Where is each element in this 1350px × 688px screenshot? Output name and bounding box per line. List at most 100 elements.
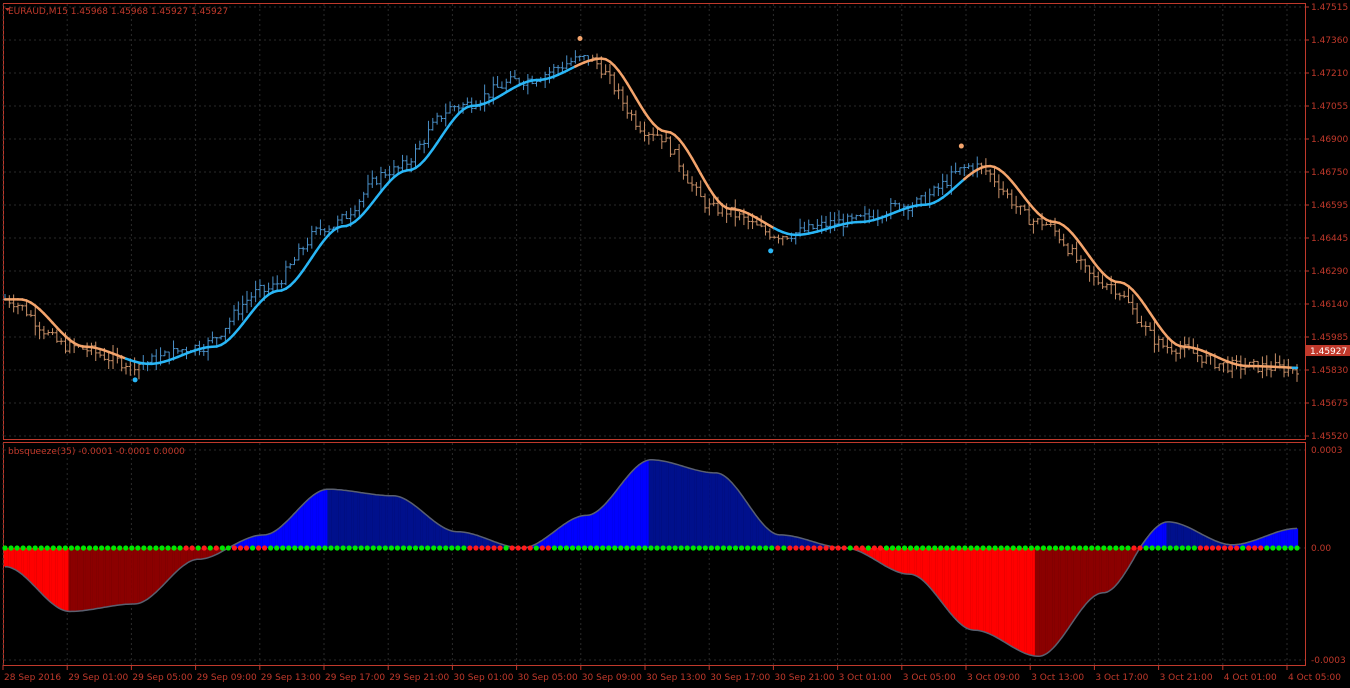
- time-label: 30 Sep 21:00: [774, 673, 834, 683]
- squeeze-dot: [660, 545, 666, 551]
- price-level: 1.45985: [1311, 333, 1348, 343]
- squeeze-dot: [612, 545, 618, 551]
- squeeze-dot: [1113, 545, 1119, 551]
- squeeze-dot: [135, 545, 141, 551]
- squeeze-dot: [1215, 545, 1222, 551]
- squeeze-dot: [1137, 545, 1143, 551]
- squeeze-dot: [944, 545, 950, 551]
- squeeze-dot: [455, 545, 461, 551]
- squeeze-dot: [1161, 545, 1167, 551]
- squeeze-dot: [262, 545, 268, 551]
- buy-signal-dot: [132, 377, 138, 383]
- squeeze-dot: [117, 545, 123, 551]
- squeeze-dot: [1077, 545, 1083, 551]
- squeeze-dot: [364, 545, 370, 551]
- squeeze-dot: [793, 545, 799, 551]
- squeeze-dot: [177, 545, 183, 551]
- squeeze-dot: [1209, 545, 1216, 551]
- squeeze-dot: [274, 545, 280, 551]
- squeeze-dot: [1173, 545, 1179, 551]
- squeeze-dot: [690, 545, 696, 551]
- squeeze-dot: [1034, 545, 1040, 551]
- squeeze-dot: [406, 545, 413, 551]
- squeeze-dot: [322, 545, 328, 551]
- squeeze-dot: [624, 545, 630, 551]
- price-level: 1.45520: [1311, 432, 1348, 442]
- ma-segment: [699, 172, 707, 183]
- time-label: 30 Sep 09:00: [582, 673, 642, 683]
- indicator-level: 0.0003: [1311, 446, 1343, 456]
- squeeze-dot: [388, 545, 394, 551]
- squeeze-dot: [201, 545, 207, 551]
- moving-average: [3, 57, 1299, 370]
- squeeze-dot: [491, 545, 497, 551]
- squeeze-dot: [479, 545, 485, 551]
- squeeze-dot: [1270, 545, 1276, 551]
- squeeze-dot: [304, 545, 310, 551]
- squeeze-dot: [980, 545, 986, 551]
- squeeze-dot: [1022, 545, 1028, 551]
- squeeze-dot: [956, 545, 962, 551]
- squeeze-dot: [473, 545, 479, 551]
- squeeze-dot: [908, 545, 914, 551]
- squeeze-dot: [883, 545, 890, 551]
- squeeze-dot: [914, 545, 920, 551]
- squeeze-dot: [841, 545, 847, 551]
- price-level: 1.46445: [1311, 234, 1348, 244]
- time-label: 28 Sep 2016: [4, 673, 61, 683]
- squeeze-dot: [1240, 545, 1246, 551]
- squeeze-dot: [714, 545, 721, 551]
- squeeze-dot: [183, 545, 189, 551]
- squeeze-dot: [817, 545, 823, 551]
- squeeze-dot: [105, 545, 111, 551]
- squeeze-dot: [1028, 545, 1034, 551]
- squeeze-dot: [962, 545, 968, 551]
- squeeze-dot: [1083, 545, 1089, 551]
- squeeze-dot: [569, 545, 576, 551]
- time-label: 3 Oct 09:00: [967, 673, 1020, 683]
- squeeze-dot: [539, 545, 545, 551]
- squeeze-dot: [1010, 545, 1016, 551]
- squeeze-dot: [1046, 545, 1053, 551]
- squeeze-dot: [340, 545, 346, 551]
- squeeze-dot: [642, 545, 648, 551]
- indicator-level: -0.0003: [1311, 656, 1346, 666]
- squeeze-dot: [376, 545, 382, 551]
- squeeze-dot: [449, 545, 455, 551]
- ma-segment: [634, 96, 642, 107]
- squeeze-dot: [702, 545, 708, 551]
- squeeze-dot: [328, 545, 334, 551]
- squeeze-dot: [871, 545, 877, 551]
- time-label: 29 Sep 13:00: [261, 673, 321, 683]
- squeeze-dot: [823, 545, 829, 551]
- squeeze-dot: [92, 545, 99, 551]
- squeeze-dot: [1125, 545, 1131, 551]
- current-price: 1.45927: [1310, 347, 1347, 357]
- squeeze-dot: [225, 545, 231, 551]
- squeeze-dot: [588, 545, 594, 551]
- squeeze-dot: [1282, 545, 1288, 551]
- time-label: 29 Sep 21:00: [389, 673, 449, 683]
- squeeze-dot: [249, 545, 256, 551]
- time-label: 3 Oct 21:00: [1160, 673, 1213, 683]
- squeeze-dot: [744, 545, 751, 551]
- squeeze-dot: [648, 545, 654, 551]
- main-grid: [2, 4, 1305, 439]
- squeeze-dot: [895, 545, 902, 551]
- squeeze-dot: [352, 545, 358, 551]
- time-label: 29 Sep 17:00: [325, 673, 385, 683]
- squeeze-dot: [147, 545, 153, 551]
- squeeze-dot: [370, 545, 376, 551]
- squeeze-dot: [50, 545, 56, 551]
- time-label: 30 Sep 05:00: [518, 673, 578, 683]
- time-label: 29 Sep 01:00: [68, 673, 128, 683]
- squeeze-dot: [1258, 545, 1264, 551]
- squeeze-dot: [412, 545, 419, 551]
- squeeze-dot: [268, 545, 274, 551]
- squeeze-dot: [1197, 545, 1204, 551]
- squeeze-dot: [847, 545, 853, 551]
- squeeze-dot: [1016, 545, 1022, 551]
- squeeze-dot: [1294, 545, 1300, 551]
- squeeze-dot: [400, 545, 407, 551]
- squeeze-dot: [986, 545, 992, 551]
